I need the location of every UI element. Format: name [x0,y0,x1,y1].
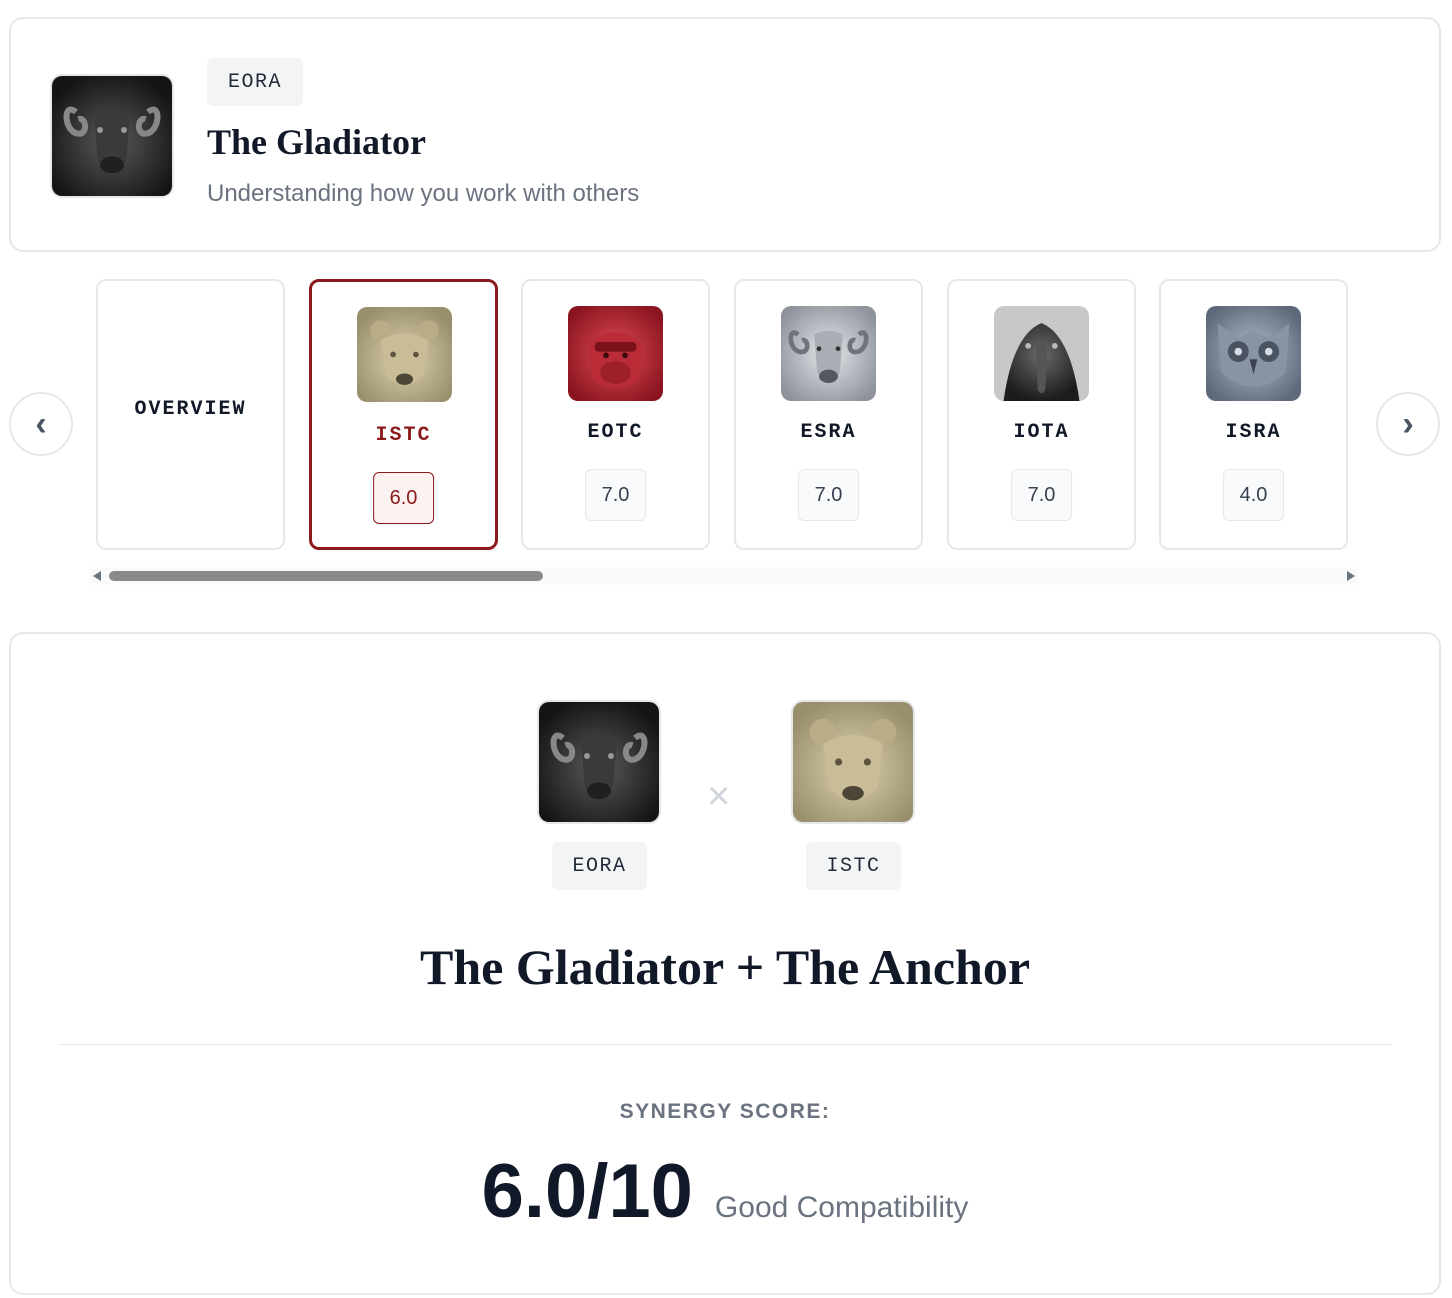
compatibility-score-badge: 6.0 [372,472,435,524]
compatibility-score-badge: 4.0 [1222,469,1285,521]
scrollbar-thumb[interactable] [109,571,543,581]
scroll-right-arrow-icon[interactable] [1347,571,1355,581]
compatibility-score-badge: 7.0 [797,469,860,521]
ram-sculpture-icon [781,306,876,401]
carousel-item-label: EOTC [587,421,644,444]
carousel-scrollbar[interactable] [91,567,1357,585]
synergy-score-row: 6.0/10 Good Compatibility [11,1148,1439,1235]
synergy-score-value: 6.0/10 [481,1149,693,1234]
bear-sculpture-icon [791,700,915,824]
right-type-code-badge: ISTC [806,842,901,890]
ram-sculpture-icon [50,74,174,198]
compatibility-score-badge: 7.0 [584,469,647,521]
carousel-item-isra[interactable]: ISRA 4.0 [1159,279,1348,550]
carousel-next-button[interactable]: › [1376,392,1440,456]
left-type-code-badge: EORA [552,842,647,890]
pair-title: The Gladiator + The Anchor [419,939,1031,995]
carousel-item-esra[interactable]: ESRA 7.0 [734,279,923,550]
divider [59,1044,1391,1045]
carousel-item-label: ISTC [375,424,432,447]
carousel-prev-button[interactable]: ‹ [9,392,73,456]
pair-detail-card: × EORA ISTC The Gladiator + The Anchor S… [9,632,1441,1295]
carousel-item-istc[interactable]: ISTC 6.0 [309,279,498,550]
compatibility-score-badge: 7.0 [1010,469,1073,521]
carousel-item-label: ESRA [800,421,857,444]
scroll-left-arrow-icon[interactable] [93,571,101,581]
carousel-item-label: ISRA [1225,421,1282,444]
eagle-sculpture-icon [994,306,1089,401]
page-title: The Gladiator [207,122,427,162]
type-code-badge: EORA [207,58,303,106]
owl-sculpture-icon [1206,306,1301,401]
carousel-item-iota[interactable]: IOTA 7.0 [947,279,1136,550]
profile-header-card: EORA The Gladiator Understanding how you… [9,17,1441,252]
synergy-verdict: Good Compatibility [714,1191,969,1224]
carousel-item-label: IOTA [1013,421,1070,444]
carousel-item-label: OVERVIEW [134,398,247,421]
page-subtitle: Understanding how you work with others [207,180,640,207]
carousel-item-overview[interactable]: OVERVIEW [96,279,285,550]
synergy-score-label: SYNERGY SCORE: [619,1100,831,1123]
times-icon: × [707,774,731,818]
gorilla-sculpture-icon [568,306,663,401]
carousel-item-eotc[interactable]: EOTC 7.0 [521,279,710,550]
bear-sculpture-icon [357,307,452,402]
ram-sculpture-icon [537,700,661,824]
